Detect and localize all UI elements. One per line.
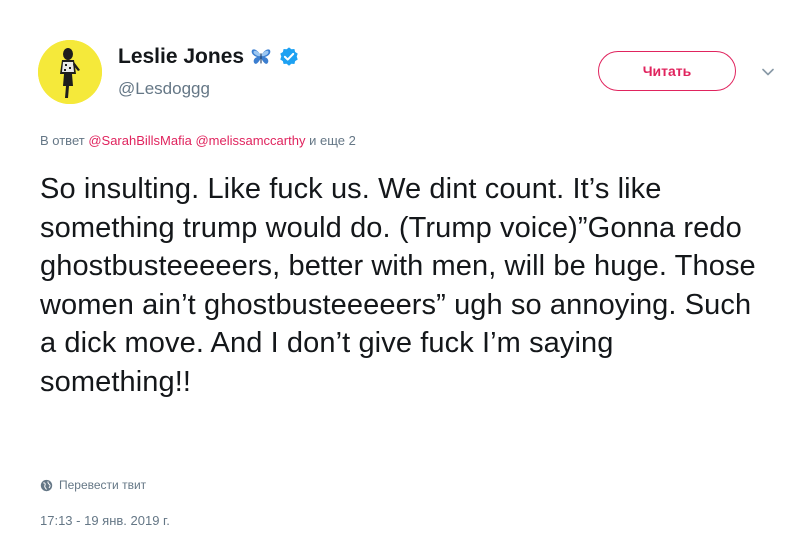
follow-button[interactable]: Читать (598, 51, 736, 91)
verified-icon (278, 46, 300, 68)
butterfly-icon (250, 46, 272, 68)
avatar[interactable] (38, 40, 102, 104)
avatar-figure-icon (38, 40, 102, 104)
reply-context: В ответ @SarahBillsMafia @melissamccarth… (40, 133, 356, 148)
chevron-down-icon[interactable] (760, 64, 776, 80)
globe-icon (40, 479, 53, 492)
reply-mention-melissamccarthy[interactable]: @melissamccarthy (195, 133, 305, 148)
author-handle[interactable]: @Lesdoggg (118, 79, 210, 99)
tweet-timestamp[interactable]: 17:13 - 19 янв. 2019 г. (40, 513, 170, 528)
translate-label[interactable]: Перевести твит (59, 478, 146, 492)
author-display-name[interactable]: Leslie Jones (118, 45, 244, 69)
tweet-text: So insulting. Like fuck us. We dint coun… (40, 173, 756, 398)
reply-prefix: В ответ (40, 133, 85, 148)
tweet-card: Leslie Jones @Lesdoggg Читать В ответ @S… (0, 0, 800, 543)
author-name-row: Leslie Jones (118, 45, 300, 69)
translate-tweet-link[interactable]: Перевести твит (40, 478, 146, 492)
reply-more[interactable]: и еще 2 (309, 133, 356, 148)
reply-mention-sarahbillsmafia[interactable]: @SarahBillsMafia (88, 133, 192, 148)
